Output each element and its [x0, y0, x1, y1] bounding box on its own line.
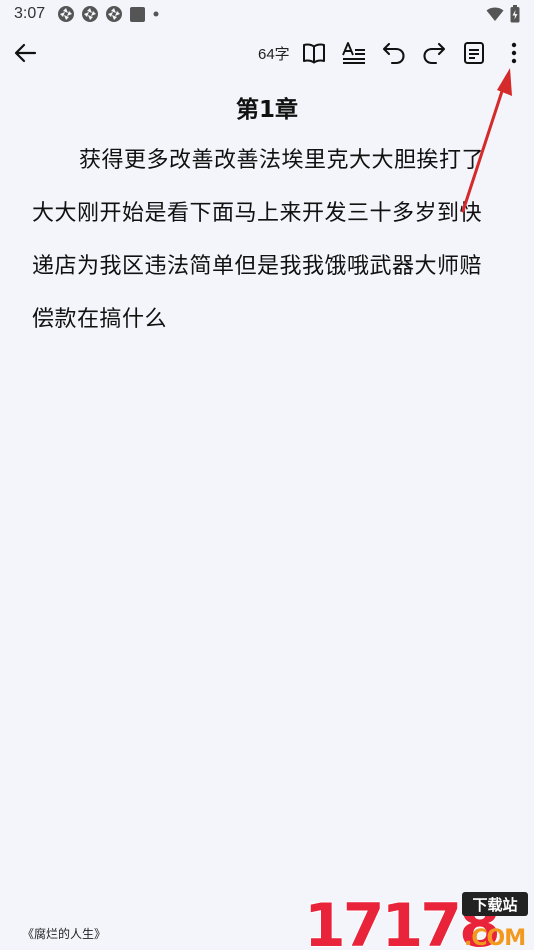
- text-format-icon: [342, 42, 365, 64]
- back-button[interactable]: [12, 39, 40, 67]
- stop-square-icon: [130, 6, 146, 22]
- back-arrow-icon: [14, 43, 37, 63]
- site-watermark-logo: 17178 下载站 .COM: [302, 888, 534, 950]
- undo-icon: [382, 42, 405, 65]
- chapter-body-text[interactable]: 获得更多改善改善法埃里克大大胆挨打了大大刚开始是看下面马上来开发三十多岁到快递店…: [32, 134, 494, 346]
- svg-text:.COM: .COM: [464, 926, 525, 950]
- wifi-icon: [486, 7, 504, 21]
- book-title-footer: 《腐烂的人生》: [22, 927, 107, 941]
- svg-text:下载站: 下载站: [472, 896, 517, 914]
- redo-icon: [423, 42, 446, 65]
- read-mode-button[interactable]: [300, 39, 328, 67]
- app-notification-icon: [58, 6, 75, 22]
- status-system-icons: [486, 5, 520, 23]
- notes-button[interactable]: [460, 39, 488, 67]
- book-open-icon: [303, 43, 325, 64]
- editor-toolbar: 64字: [0, 30, 534, 76]
- redo-button[interactable]: [420, 39, 448, 67]
- status-bar: 3:07: [0, 0, 534, 28]
- battery-charging-icon: [510, 5, 520, 23]
- app-notification-icon: [106, 6, 123, 22]
- text-format-button[interactable]: [340, 39, 368, 67]
- word-count: 64字: [258, 46, 290, 63]
- undo-button[interactable]: [380, 39, 408, 67]
- status-time: 3:07: [14, 5, 46, 22]
- more-vert-icon: [511, 42, 517, 64]
- dot-icon: [153, 11, 159, 17]
- note-icon: [464, 42, 484, 64]
- more-options-button[interactable]: [500, 39, 528, 67]
- status-notification-icons: [57, 5, 160, 23]
- chapter-title: 第1章: [235, 97, 298, 123]
- app-notification-icon: [82, 6, 99, 22]
